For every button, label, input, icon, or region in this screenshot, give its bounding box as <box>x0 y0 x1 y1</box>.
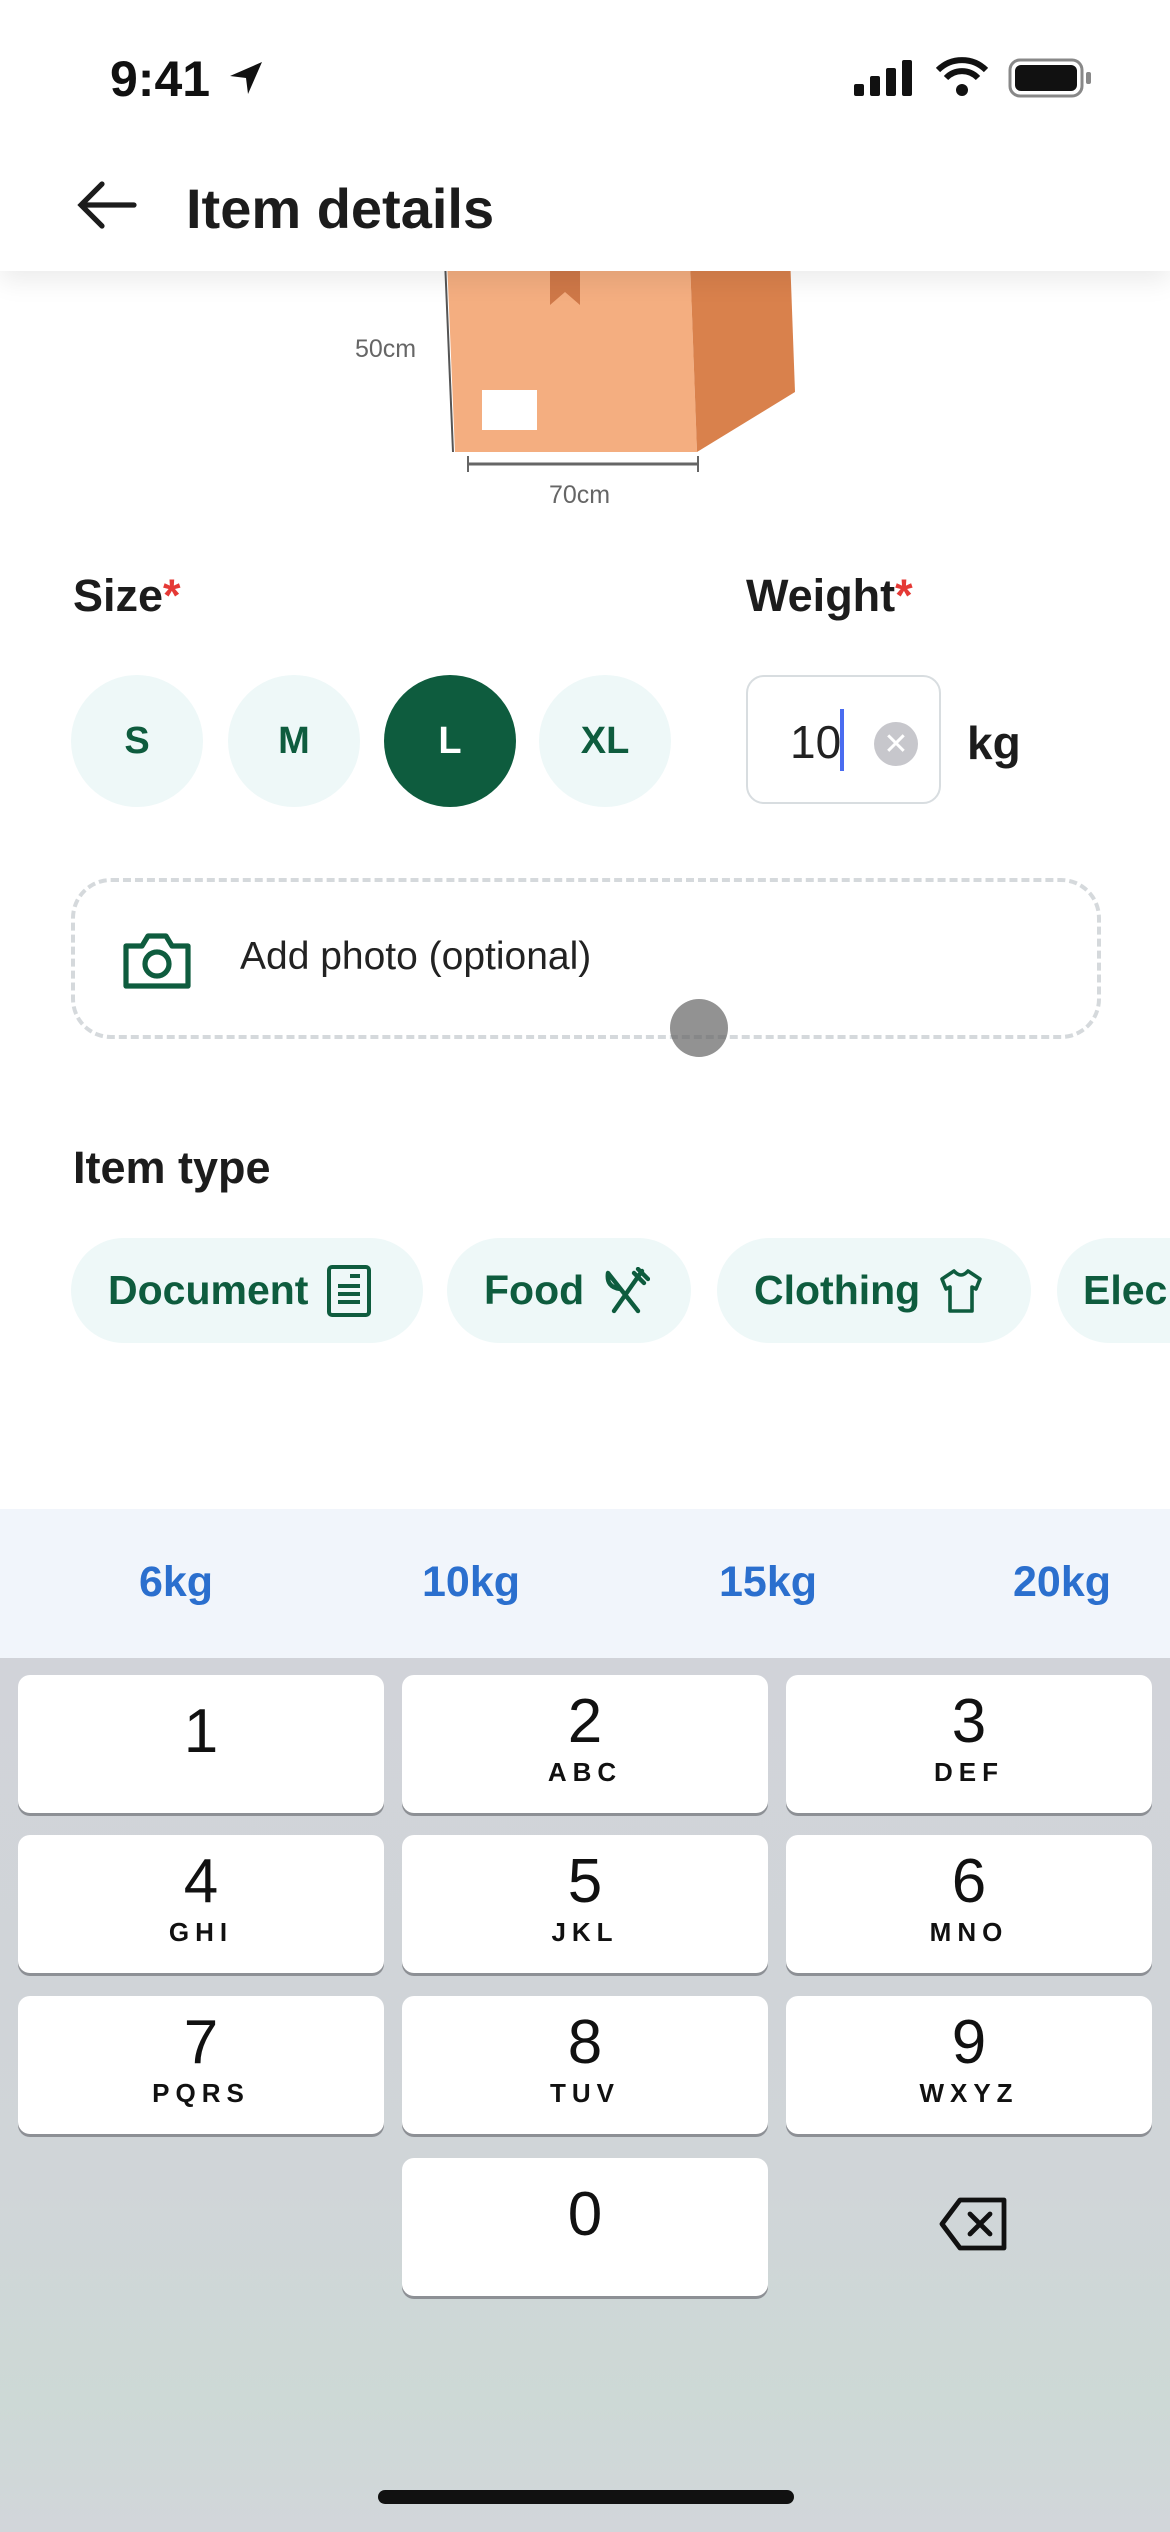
suggestion-6kg[interactable]: 6kg <box>76 1558 276 1607</box>
height-dimension: 50cm <box>355 335 417 363</box>
clear-icon[interactable]: ✕ <box>874 722 918 766</box>
back-arrow-icon[interactable] <box>76 180 138 230</box>
key-5[interactable]: 5 JKL <box>402 1835 768 1973</box>
key-digit: 4 <box>183 1847 219 1916</box>
size-option-l[interactable]: L <box>384 675 516 807</box>
key-digit: 5 <box>567 1847 603 1916</box>
key-digit: 6 <box>951 1847 987 1916</box>
weight-input[interactable]: 10 ✕ <box>746 675 941 804</box>
home-indicator <box>378 2490 794 2504</box>
key-digit: 0 <box>567 2180 603 2249</box>
size-option-s[interactable]: S <box>71 675 203 807</box>
weight-unit: kg <box>967 717 1021 769</box>
key-letters: DEF <box>934 1757 1004 1787</box>
key-letters: WXYZ <box>919 2078 1019 2108</box>
suggestion-10kg[interactable]: 10kg <box>371 1558 571 1607</box>
text-caret <box>840 709 844 771</box>
camera-icon <box>123 933 191 989</box>
key-digit: 2 <box>567 1687 603 1756</box>
size-option-m[interactable]: M <box>228 675 360 807</box>
location-arrow-icon <box>230 62 262 94</box>
key-3[interactable]: 3 DEF <box>786 1675 1152 1813</box>
key-0[interactable]: 0 <box>402 2158 768 2296</box>
weight-label: Weight* <box>746 570 913 621</box>
weight-value: 10 <box>790 716 842 768</box>
item-type-clothing[interactable]: Clothing <box>717 1238 1031 1343</box>
item-type-document[interactable]: Document <box>71 1238 423 1343</box>
chip-label: Food <box>484 1267 585 1313</box>
add-photo-label: Add photo (optional) <box>240 935 592 978</box>
key-7[interactable]: 7 PQRS <box>18 1996 384 2134</box>
chip-label: Clothing <box>754 1267 921 1313</box>
key-digit: 1 <box>183 1697 219 1766</box>
key-letters: MNO <box>929 1917 1009 1947</box>
key-letters: JKL <box>551 1917 619 1947</box>
tshirt-icon <box>940 1268 983 1313</box>
key-letters: PQRS <box>152 2078 250 2108</box>
size-option-xl[interactable]: XL <box>539 675 671 807</box>
item-type-food[interactable]: Food <box>447 1238 691 1343</box>
key-digit: 9 <box>951 2008 987 2077</box>
touch-indicator <box>670 999 728 1057</box>
size-label: Size* <box>73 570 181 621</box>
header: 9:41 Item details <box>0 0 1170 271</box>
key-letters: TUV <box>550 2078 620 2108</box>
suggestion-20kg[interactable]: 20kg <box>962 1558 1162 1607</box>
key-1[interactable]: 1 <box>18 1675 384 1813</box>
chip-label: Document <box>108 1267 309 1313</box>
signal-icon <box>854 60 912 96</box>
delete-key-icon[interactable] <box>938 2194 1010 2254</box>
battery-icon <box>1008 58 1091 98</box>
page-title: Item details <box>186 177 495 240</box>
document-icon <box>327 1264 372 1317</box>
width-dimension: 70cm <box>549 481 611 509</box>
key-letters: GHI <box>168 1917 234 1947</box>
item-type-label: Item type <box>73 1142 271 1193</box>
key-digit: 8 <box>567 2008 603 2077</box>
item-type-electronics[interactable]: Elec <box>1057 1238 1170 1343</box>
key-2[interactable]: 2 ABC <box>402 1675 768 1813</box>
key-digit: 7 <box>183 2008 219 2077</box>
key-9[interactable]: 9 WXYZ <box>786 1996 1152 2134</box>
key-letters: ABC <box>547 1757 623 1787</box>
chip-label: Elec <box>1083 1267 1168 1313</box>
utensils-icon <box>605 1266 651 1313</box>
key-digit: 3 <box>951 1687 987 1756</box>
key-8[interactable]: 8 TUV <box>402 1996 768 2134</box>
key-4[interactable]: 4 GHI <box>18 1835 384 1973</box>
key-6[interactable]: 6 MNO <box>786 1835 1152 1973</box>
wifi-icon <box>936 57 988 96</box>
status-time: 9:41 <box>110 51 211 107</box>
suggestion-15kg[interactable]: 15kg <box>668 1558 868 1607</box>
